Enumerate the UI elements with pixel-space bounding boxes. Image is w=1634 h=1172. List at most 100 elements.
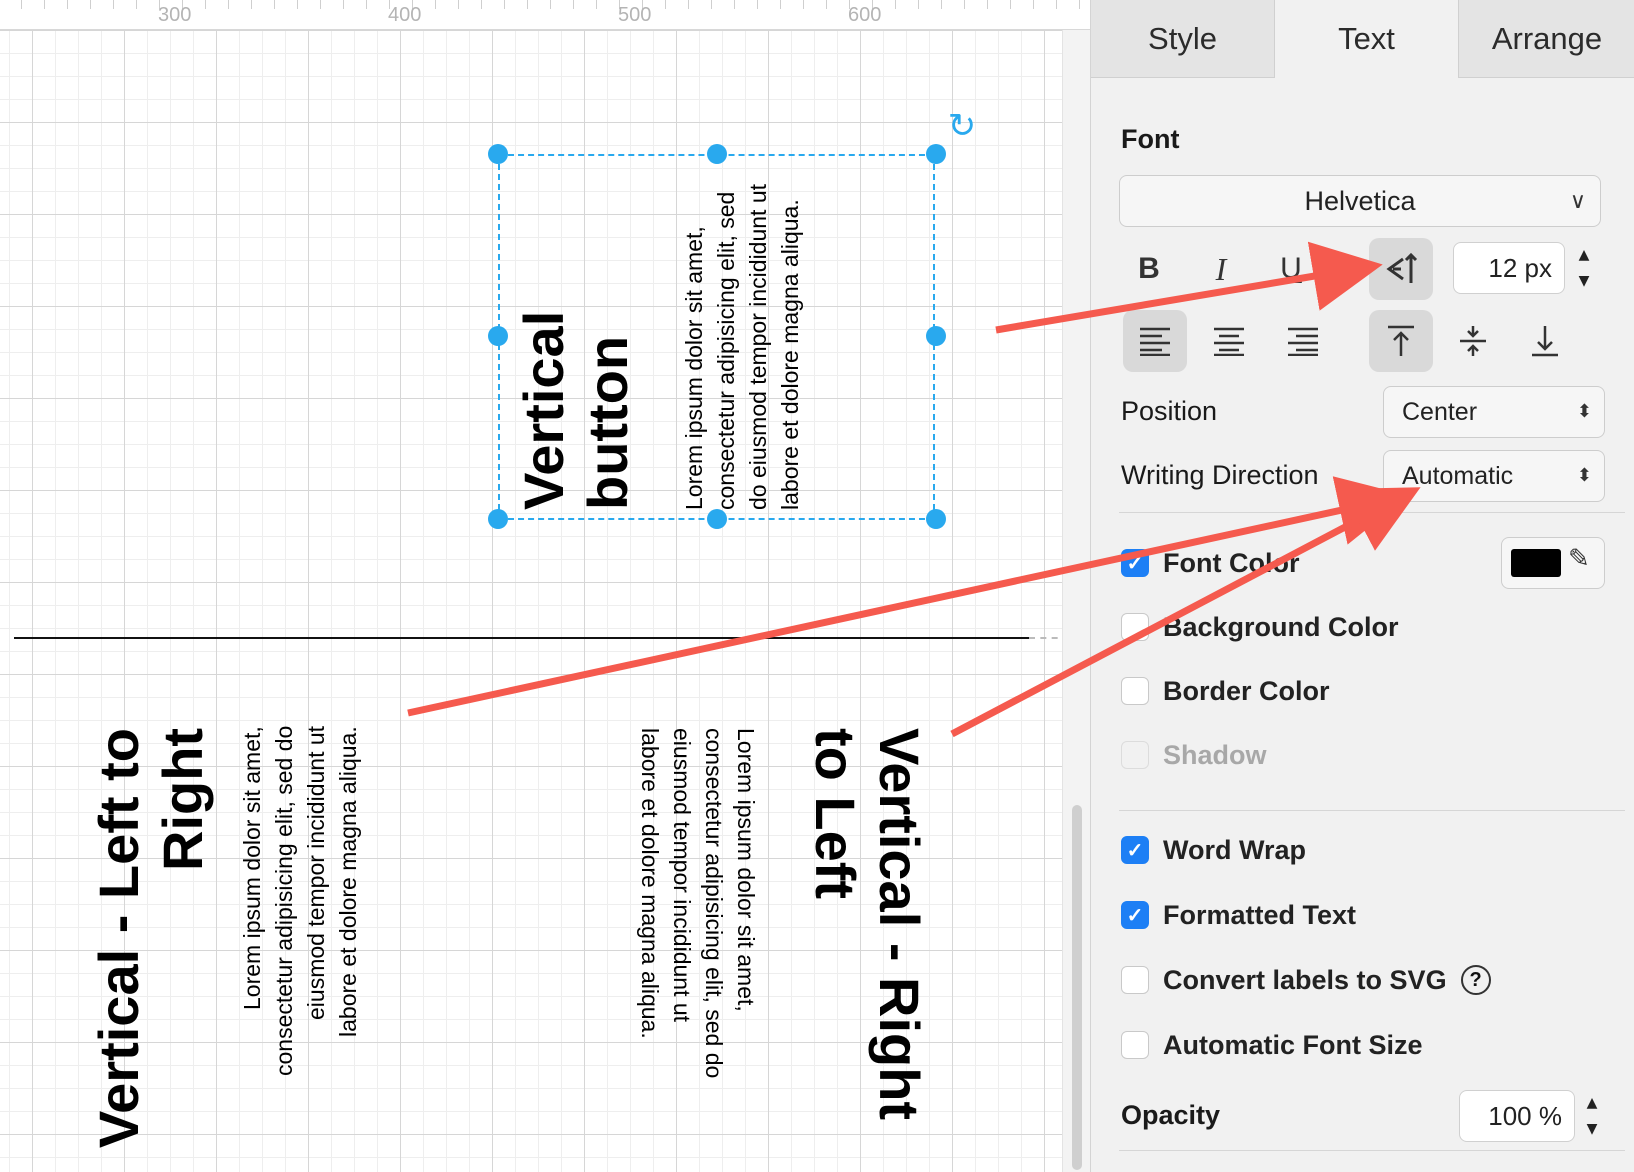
ruler-tick-label: 300 [158,4,192,26]
rotate-icon[interactable]: ↻ [944,108,980,144]
formatted-text-label: Formatted Text [1163,899,1357,930]
convert-svg-label: Convert labels to SVG [1163,964,1447,995]
auto-font-size-checkbox[interactable] [1121,1031,1149,1059]
ltr-body-line-2: consectetur adipisicing elit, sed do [271,726,297,1077]
align-top-button[interactable] [1369,310,1433,372]
font-size-field[interactable]: 12 px [1453,242,1565,294]
word-wrap-checkbox[interactable]: ✓ [1121,836,1149,864]
font-color-row[interactable]: ✓ Font Color [1121,543,1299,583]
tab-text[interactable]: Text [1275,0,1459,78]
caret-up-icon[interactable]: ▲ [1587,1095,1598,1111]
chevron-down-icon: ∨ [1569,188,1586,213]
background-color-label: Background Color [1163,611,1399,642]
position-select[interactable]: Center ⬍ [1383,386,1605,438]
align-bottom-icon [1532,326,1558,357]
font-color-picker[interactable]: ✎ [1501,537,1605,589]
resize-handle-se[interactable] [926,509,946,529]
shadow-checkbox [1121,741,1149,769]
align-left-button[interactable] [1123,310,1187,372]
border-color-label: Border Color [1163,675,1330,706]
ruler-tick-label: 600 [848,4,882,26]
font-section-label: Font [1121,124,1180,154]
position-label: Position [1121,396,1218,426]
updown-chevron-icon: ⬍ [1576,401,1592,422]
tab-style[interactable]: Style [1091,0,1275,78]
shadow-label: Shadow [1163,739,1267,770]
opacity-field[interactable]: 100 % [1459,1090,1575,1142]
border-color-checkbox[interactable] [1121,677,1149,705]
caret-down-icon[interactable]: ▼ [1587,1121,1598,1137]
opacity-stepper[interactable]: ▲ ▼ [1581,1090,1603,1142]
align-center-button[interactable] [1197,310,1261,372]
underline-button[interactable]: U [1259,238,1323,300]
rtl-body-line-4: labore et dolore magna aliqua. [637,728,663,1039]
font-family-value: Helvetica [1304,186,1416,216]
resize-handle-nw[interactable] [488,144,508,164]
auto-font-size-label: Automatic Font Size [1163,1029,1423,1060]
caret-down-icon[interactable]: ▼ [1579,273,1590,289]
separator [1119,1150,1625,1151]
ruler-tick-label: 500 [618,4,652,26]
horizontal-ruler: 300 400 500 600 [0,0,1090,30]
shadow-row: Shadow [1121,735,1267,775]
word-wrap-row[interactable]: ✓ Word Wrap [1121,830,1306,870]
italic-icon: I [1215,250,1227,287]
font-family-select[interactable]: Helvetica ∨ [1119,175,1601,227]
rtl-body-line-3: eiusmod tempor incididunt ut [669,728,695,1023]
formatted-text-row[interactable]: ✓ Formatted Text [1121,895,1356,935]
writing-direction-value: Automatic [1402,462,1514,490]
convert-svg-checkbox[interactable] [1121,966,1149,994]
vertical-text-icon [1386,252,1418,283]
diagram-canvas[interactable]: 300 400 500 600 Vertical button Lorem ip… [0,0,1090,1172]
opacity-label: Opacity [1121,1100,1221,1130]
tab-arrange[interactable]: Arrange [1459,0,1634,78]
resize-handle-w[interactable] [488,326,508,346]
updown-chevron-icon: ⬍ [1576,465,1592,486]
align-top-icon [1388,325,1414,356]
align-right-button[interactable] [1271,310,1335,372]
background-color-checkbox[interactable] [1121,613,1149,641]
vertical-scrollbar-thumb[interactable] [1072,805,1082,1170]
resize-handle-ne[interactable] [926,144,946,164]
underline-icon: U [1280,252,1302,285]
font-color-checkbox[interactable]: ✓ [1121,549,1149,577]
separator [1119,810,1625,811]
italic-button[interactable]: I [1189,238,1253,300]
eyedropper-icon[interactable]: ✎ [1568,544,1590,574]
font-size-stepper[interactable]: ▲ ▼ [1573,242,1595,294]
font-color-swatch[interactable] [1511,549,1561,577]
vertical-text-button[interactable] [1369,238,1433,300]
rtl-body-line-1: Lorem ipsum dolor sit amet, [733,728,759,1012]
help-icon[interactable]: ? [1460,965,1491,995]
resize-handle-e[interactable] [926,326,946,346]
divider-line[interactable] [14,637,1029,639]
resize-handle-n[interactable] [707,144,727,164]
font-color-label: Font Color [1163,547,1300,578]
align-bottom-button[interactable] [1513,310,1577,372]
writing-direction-label: Writing Direction [1121,460,1319,490]
align-right-icon [1288,327,1318,356]
ltr-body-line-1: Lorem ipsum dolor sit amet, [239,726,265,1010]
ltr-title-line-2: Right [151,728,214,872]
resize-handle-s[interactable] [707,509,727,529]
bold-button[interactable]: B [1117,238,1181,300]
convert-svg-row[interactable]: Convert labels to SVG ? [1121,960,1491,1000]
rtl-title-line-2: to Left [804,728,867,900]
align-left-icon [1140,327,1170,356]
bold-icon: B [1138,252,1160,285]
formatted-text-checkbox[interactable]: ✓ [1121,901,1149,929]
position-value: Center [1402,398,1478,426]
resize-handle-sw[interactable] [488,509,508,529]
align-middle-button[interactable] [1441,310,1505,372]
format-tabs: Style Text Arrange [1091,0,1634,78]
ltr-body-line-4: labore et dolore magna aliqua. [335,726,361,1037]
border-color-row[interactable]: Border Color [1121,671,1330,711]
word-wrap-label: Word Wrap [1163,834,1307,865]
background-color-row[interactable]: Background Color [1121,607,1399,647]
ltr-title-line-1: Vertical - Left to [87,728,150,1149]
selection-outline [498,154,935,520]
writing-direction-select[interactable]: Automatic ⬍ [1383,450,1605,502]
caret-up-icon[interactable]: ▲ [1579,247,1590,263]
auto-font-size-row[interactable]: Automatic Font Size [1121,1025,1423,1065]
align-middle-icon [1460,326,1486,356]
